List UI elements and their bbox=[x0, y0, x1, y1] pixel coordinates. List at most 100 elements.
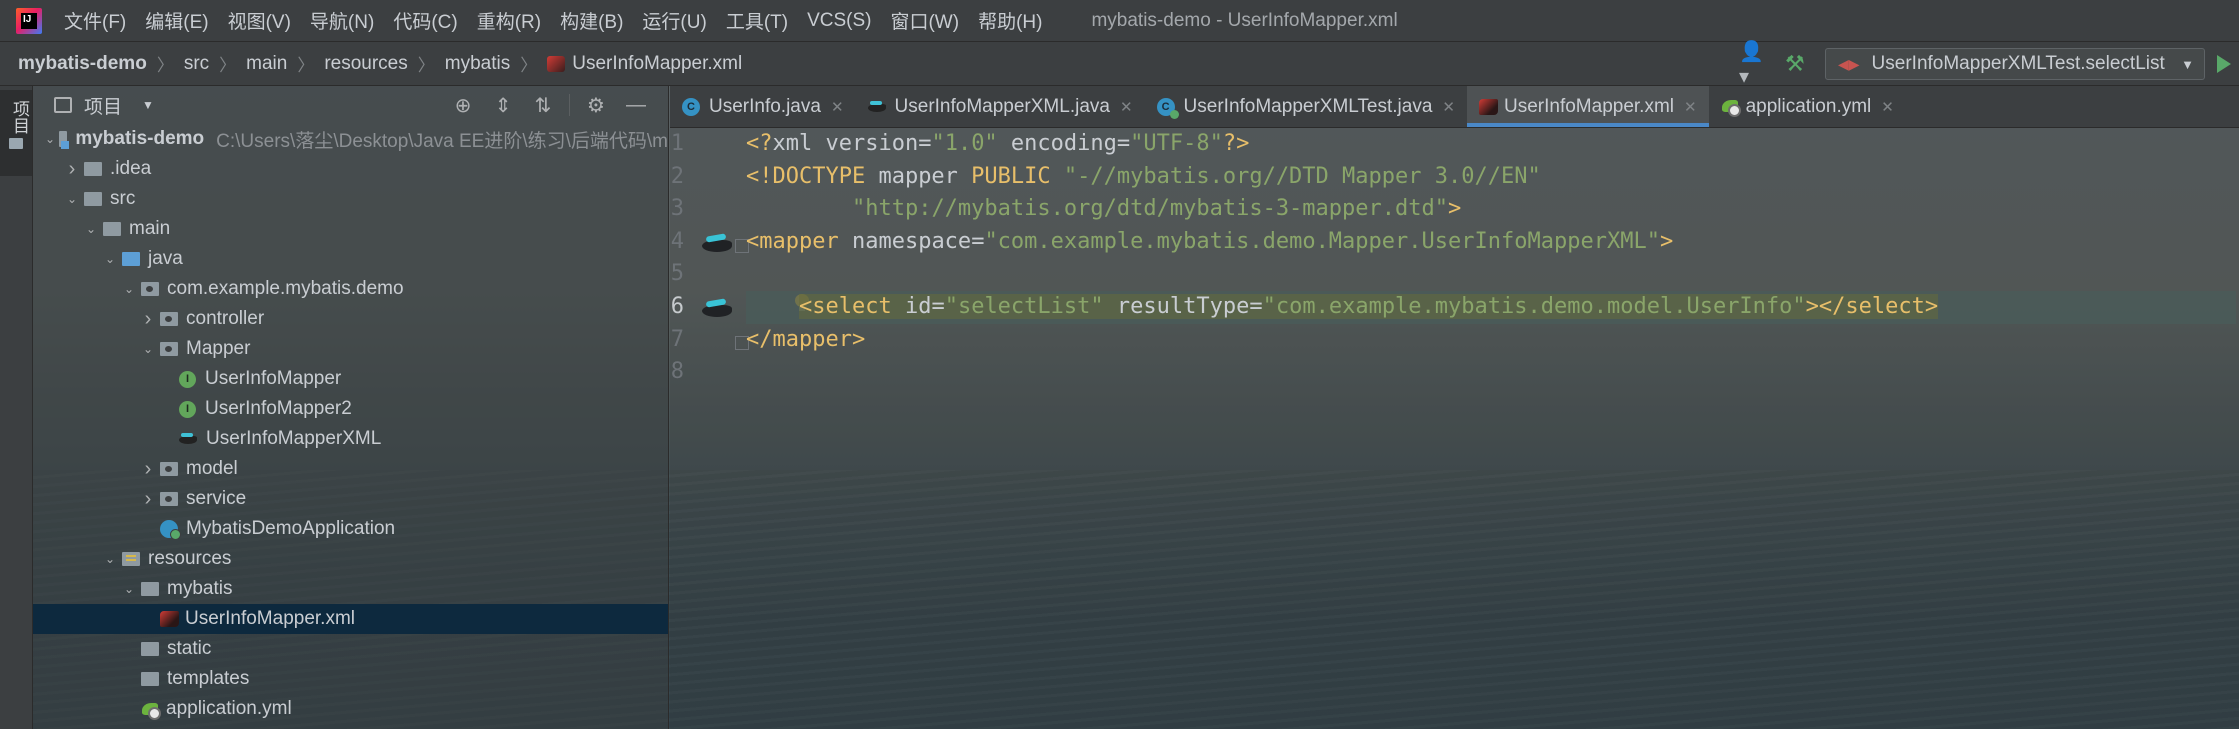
tree-item[interactable]: › .idea bbox=[33, 154, 668, 184]
package-icon bbox=[160, 312, 178, 326]
user-account-icon[interactable]: 👤▾ bbox=[1739, 39, 1773, 89]
navigation-bar: mybatis-demo 〉 src 〉 main 〉 resources 〉 … bbox=[0, 39, 2239, 89]
breadcrumb-project[interactable]: mybatis-demo bbox=[18, 53, 147, 75]
chevron-down-icon[interactable]: ⌄ bbox=[102, 252, 118, 266]
expand-all-icon[interactable]: ⇕ bbox=[483, 93, 523, 118]
intellij-logo-icon: IJ bbox=[16, 7, 42, 34]
chevron-down-icon[interactable]: ⌄ bbox=[102, 552, 118, 566]
gear-icon[interactable]: ⚙ bbox=[576, 93, 616, 118]
menu-run[interactable]: 运行(U) bbox=[642, 7, 706, 34]
tree-item[interactable]: ⌄ src bbox=[33, 184, 668, 214]
tree-item[interactable]: ⌄ mybatis-demo C:\Users\落尘\Desktop\Java EE… bbox=[33, 124, 668, 154]
tree-item[interactable]: ⌄ java bbox=[33, 244, 668, 274]
code-area[interactable]: 1 2 3 4 5 6 7 8 <?xml version="1.0" enco… bbox=[670, 128, 2239, 729]
select-opened-file-icon[interactable]: ⊕ bbox=[443, 93, 483, 118]
tab-userinfomapperxmltest-java[interactable]: C UserInfoMapperXMLTest.java ✕ bbox=[1145, 86, 1467, 127]
project-tool-window-tab[interactable]: 项目 bbox=[0, 90, 32, 176]
tree-item[interactable]: UserInfoMapper.xml bbox=[33, 604, 668, 634]
menu-navigate[interactable]: 导航(N) bbox=[310, 7, 374, 34]
close-icon[interactable]: ✕ bbox=[831, 98, 844, 116]
run-configuration-select[interactable]: ◀▶ UserInfoMapperXMLTest.selectList ▼ bbox=[1825, 48, 2205, 80]
breadcrumb-resources[interactable]: resources bbox=[324, 53, 407, 75]
breadcrumb-separator-icon: 〉 bbox=[417, 56, 435, 75]
menu-edit[interactable]: 编辑(E) bbox=[145, 7, 208, 34]
tree-item-label: main bbox=[129, 218, 171, 239]
menu-view[interactable]: 视图(V) bbox=[228, 7, 291, 34]
chevron-right-icon[interactable]: › bbox=[140, 308, 156, 331]
tree-item-label: com.example.mybatis.demo bbox=[167, 278, 404, 299]
menu-tools[interactable]: 工具(T) bbox=[726, 7, 788, 34]
tree-item[interactable]: ⌄ resources bbox=[33, 544, 668, 574]
code-text[interactable]: <?xml version="1.0" encoding="UTF-8"?> <… bbox=[746, 128, 2236, 389]
left-tool-strip: 项目 bbox=[0, 86, 33, 729]
mybatis-navigate-gutter-icon[interactable] bbox=[700, 295, 734, 321]
menu-vcs[interactable]: VCS(S) bbox=[807, 10, 871, 32]
tab-label: UserInfoMapperXMLTest.java bbox=[1183, 95, 1433, 117]
mybatis-navigate-gutter-icon[interactable] bbox=[700, 230, 734, 256]
tree-item[interactable]: ⌄ com.example.mybatis.demo bbox=[33, 274, 668, 304]
project-panel-title[interactable]: 项目 bbox=[84, 92, 122, 119]
chevron-down-icon[interactable]: ⌄ bbox=[64, 192, 80, 206]
menu-code[interactable]: 代码(C) bbox=[393, 7, 457, 34]
line-number-gutter: 1 2 3 4 5 6 7 8 bbox=[670, 128, 732, 729]
close-icon[interactable]: ✕ bbox=[1120, 98, 1133, 116]
tree-item[interactable]: ⌄ mybatis bbox=[33, 574, 668, 604]
tab-userinfomapper-xml[interactable]: UserInfoMapper.xml ✕ bbox=[1467, 86, 1709, 127]
tree-item[interactable]: › controller bbox=[33, 304, 668, 334]
line-number: 3 bbox=[670, 196, 684, 222]
tree-item[interactable]: static bbox=[33, 634, 668, 664]
tree-item-label: resources bbox=[148, 548, 232, 569]
chevron-down-icon[interactable]: ⌄ bbox=[83, 222, 99, 236]
breadcrumb-mybatis[interactable]: mybatis bbox=[445, 53, 510, 75]
close-icon[interactable]: ✕ bbox=[1684, 98, 1697, 116]
chevron-down-icon[interactable]: ⌄ bbox=[121, 582, 137, 596]
run-configuration-label: UserInfoMapperXMLTest.selectList bbox=[1871, 53, 2165, 74]
tree-item[interactable]: › model bbox=[33, 454, 668, 484]
chevron-down-icon[interactable]: ⌄ bbox=[121, 282, 137, 296]
source-folder-icon bbox=[122, 252, 140, 266]
chevron-down-icon[interactable]: ▼ bbox=[142, 98, 154, 112]
project-tool-window-label: 项目 bbox=[10, 100, 29, 134]
run-icon[interactable] bbox=[2217, 55, 2239, 73]
interface-icon: I bbox=[179, 370, 196, 388]
minimize-icon[interactable]: — bbox=[616, 94, 656, 117]
breadcrumb-src[interactable]: src bbox=[184, 53, 209, 75]
tree-item-label: templates bbox=[167, 668, 250, 689]
close-icon[interactable]: ✕ bbox=[1442, 98, 1455, 116]
menu-help[interactable]: 帮助(H) bbox=[978, 7, 1042, 34]
tab-application-yml[interactable]: application.yml ✕ bbox=[1709, 86, 1906, 127]
project-view-icon bbox=[54, 97, 72, 113]
tree-item[interactable]: I UserInfoMapper2 bbox=[33, 394, 668, 424]
tree-item[interactable]: ⌄ main bbox=[33, 214, 668, 244]
xml-file-icon bbox=[1479, 98, 1498, 115]
breadcrumb-file[interactable]: UserInfoMapper.xml bbox=[547, 53, 742, 75]
menu-refactor[interactable]: 重构(R) bbox=[477, 7, 541, 34]
chevron-down-icon[interactable]: ⌄ bbox=[45, 132, 55, 146]
chevron-right-icon[interactable]: › bbox=[64, 158, 80, 181]
tree-item[interactable]: application.yml bbox=[33, 694, 668, 724]
menu-bar: IJ 文件(F) 编辑(E) 视图(V) 导航(N) 代码(C) 重构(R) 构… bbox=[0, 0, 2239, 42]
close-icon[interactable]: ✕ bbox=[1881, 98, 1894, 116]
tree-item[interactable]: ⌄ Mapper bbox=[33, 334, 668, 364]
code-line-2: <!DOCTYPE mapper PUBLIC "-//mybatis.org/… bbox=[746, 163, 1541, 189]
tree-item-label: UserInfoMapper bbox=[205, 368, 342, 389]
breadcrumb-main[interactable]: main bbox=[246, 53, 287, 75]
tree-item[interactable]: MybatisDemoApplication bbox=[33, 514, 668, 544]
menu-file[interactable]: 文件(F) bbox=[64, 7, 126, 34]
menu-build[interactable]: 构建(B) bbox=[560, 7, 623, 34]
tab-userinfo-java[interactable]: C UserInfo.java ✕ bbox=[670, 86, 856, 127]
tab-userinfomapperxml-java[interactable]: UserInfoMapperXML.java ✕ bbox=[856, 86, 1145, 127]
breadcrumb-separator-icon: 〉 bbox=[520, 56, 538, 75]
tree-item[interactable]: UserInfoMapperXML bbox=[33, 424, 668, 454]
chevron-right-icon[interactable]: › bbox=[140, 488, 156, 511]
tree-item[interactable]: › service bbox=[33, 484, 668, 514]
chevron-right-icon[interactable]: › bbox=[140, 458, 156, 481]
tree-item[interactable]: I UserInfoMapper bbox=[33, 364, 668, 394]
collapse-all-icon[interactable]: ⇅ bbox=[523, 93, 563, 118]
chevron-down-icon[interactable]: ⌄ bbox=[140, 342, 156, 356]
tree-item[interactable]: templates bbox=[33, 664, 668, 694]
menu-window[interactable]: 窗口(W) bbox=[890, 7, 959, 34]
window-title: mybatis-demo - UserInfoMapper.xml bbox=[1091, 9, 1398, 31]
line-number: 5 bbox=[670, 261, 684, 287]
build-hammer-icon[interactable]: ⚒ bbox=[1785, 51, 1815, 77]
